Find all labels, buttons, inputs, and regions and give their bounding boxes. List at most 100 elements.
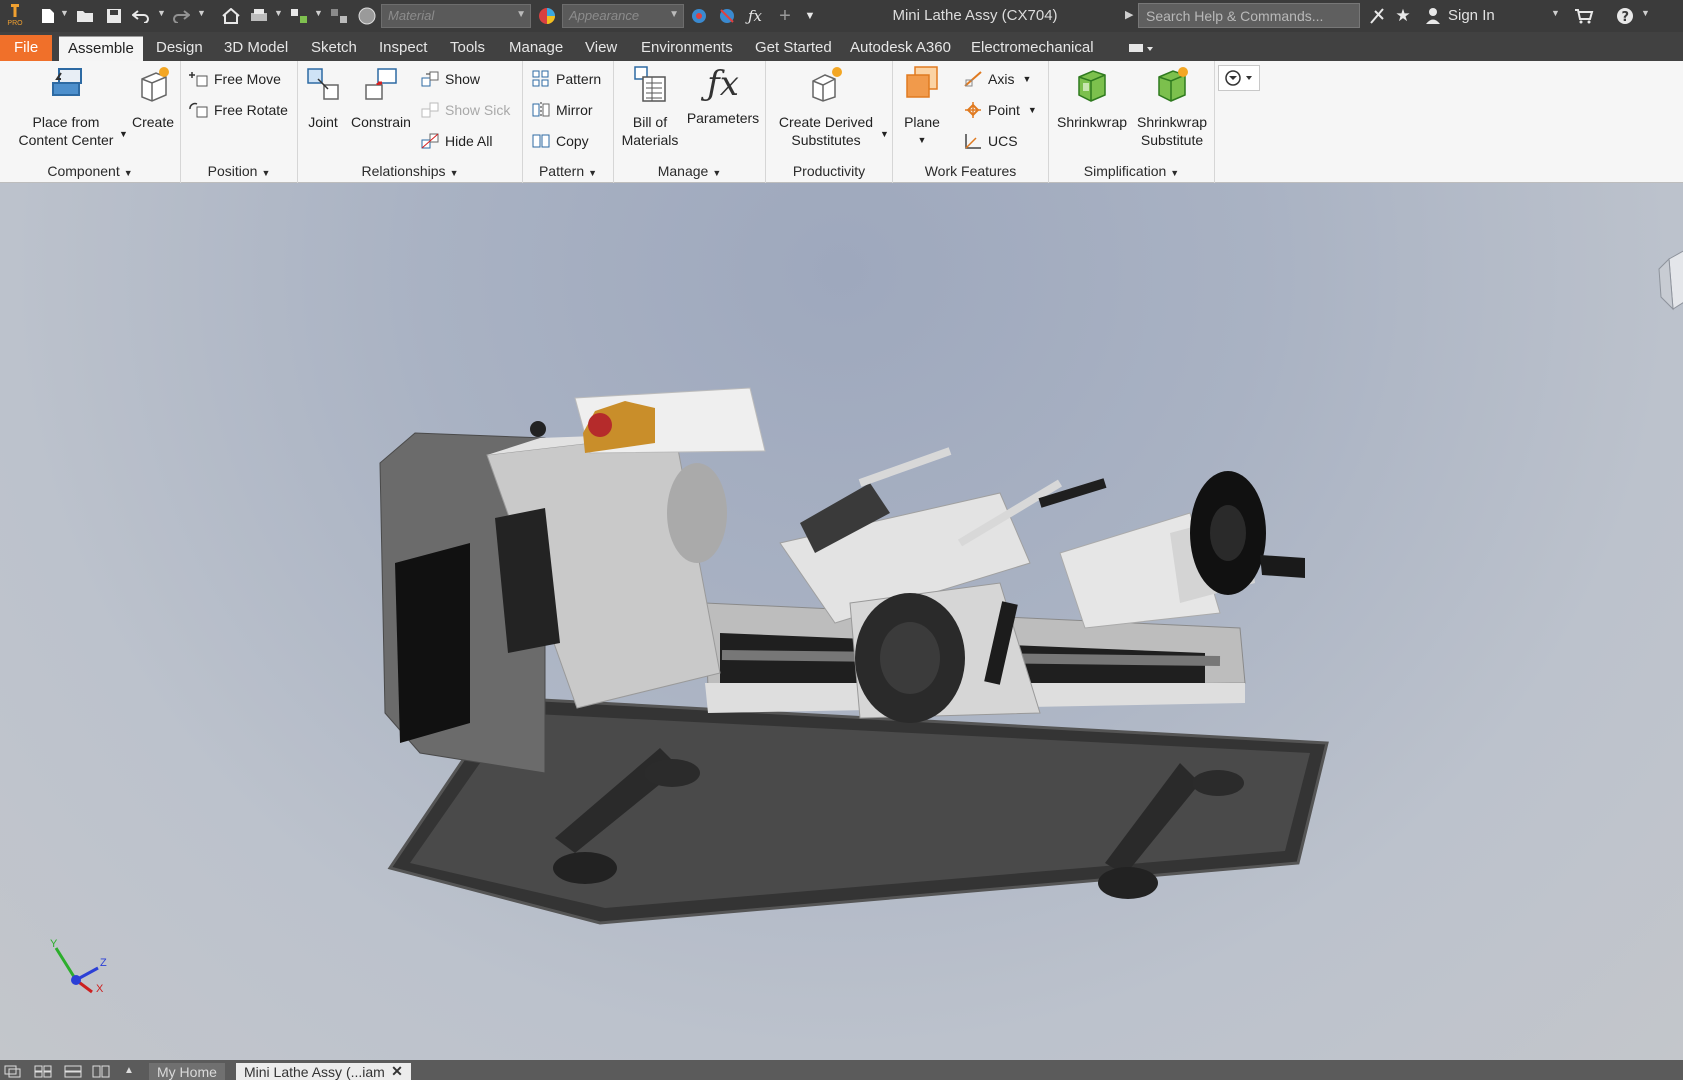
create-derived-substitutes-button[interactable]: Create Derived Substitutes xyxy=(771,65,881,149)
tab-mini-lathe-assy[interactable]: Mini Lathe Assy (...iam ✕ xyxy=(236,1063,411,1080)
axis-button[interactable]: Axis ▼ xyxy=(963,68,1031,90)
tab-sketch[interactable]: Sketch xyxy=(311,36,357,61)
new-file-icon[interactable] xyxy=(38,5,58,27)
new-dropdown-caret[interactable]: ▼ xyxy=(60,8,69,18)
ribbon-panels-icon xyxy=(1225,70,1252,86)
tab-file[interactable]: File xyxy=(0,35,53,61)
favorites-star-icon[interactable]: ★ xyxy=(1392,5,1414,27)
lathe-model[interactable] xyxy=(0,183,1683,1060)
pattern-button[interactable]: Pattern xyxy=(531,68,601,90)
close-tab-icon[interactable]: ✕ xyxy=(391,1063,403,1080)
material-sphere-icon[interactable] xyxy=(356,5,378,27)
help-dropdown-caret[interactable]: ▼ xyxy=(1641,8,1650,18)
content-center-icon xyxy=(52,68,82,96)
undo-dropdown-caret[interactable]: ▼ xyxy=(157,8,166,18)
material-dropdown[interactable]: Material ▼ xyxy=(381,4,531,28)
plane-dropdown-caret[interactable]: ▼ xyxy=(901,131,943,149)
tab-autodesk-a360[interactable]: Autodesk A360 xyxy=(850,36,951,61)
bill-of-materials-label-1: Bill of xyxy=(632,114,668,130)
panel-manage-title: Manage xyxy=(657,163,709,179)
copy-button[interactable]: Copy xyxy=(531,130,589,152)
free-rotate-button[interactable]: Free Rotate xyxy=(189,99,288,121)
tab-environments[interactable]: Environments xyxy=(641,36,733,61)
adjust-appearance-icon[interactable] xyxy=(688,5,710,27)
hide-all-button[interactable]: Hide All xyxy=(420,130,492,152)
print-dropdown-caret[interactable]: ▼ xyxy=(274,8,283,18)
viewcube[interactable] xyxy=(1657,249,1683,329)
panel-manage-label[interactable]: Manage ▼ xyxy=(614,163,765,179)
panel-component-label[interactable]: Component ▼ xyxy=(0,163,180,179)
appearance-sphere-icon[interactable] xyxy=(536,5,558,27)
parameters-fx-icon[interactable]: ƒx xyxy=(744,5,766,27)
show-button[interactable]: Show xyxy=(420,68,480,90)
save-icon[interactable] xyxy=(104,5,124,27)
tab-inspect[interactable]: Inspect xyxy=(379,36,427,61)
show-sick-button[interactable]: Show Sick xyxy=(420,99,510,121)
ribbon-panels-dropdown-button[interactable] xyxy=(1218,65,1260,91)
tab-manage[interactable]: Manage xyxy=(509,36,563,61)
panel-relationships-label[interactable]: Relationships ▼ xyxy=(298,163,522,179)
project-dropdown-caret[interactable]: ▼ xyxy=(314,8,323,18)
panel-position-label[interactable]: Position ▼ xyxy=(181,163,297,179)
app-edition-label: PRO xyxy=(7,20,23,27)
expand-arrow-icon[interactable]: ▶ xyxy=(1125,8,1133,21)
panel-simplification-label[interactable]: Simplification ▼ xyxy=(1049,163,1214,179)
select-mode-icon[interactable] xyxy=(328,5,350,27)
tab-view[interactable]: View xyxy=(585,36,617,61)
redo-icon[interactable] xyxy=(170,5,192,27)
place-dropdown-caret[interactable]: ▼ xyxy=(119,129,128,139)
graphics-viewport[interactable]: Y Z X xyxy=(0,183,1683,1060)
shrinkwrap-substitute-button[interactable]: Shrinkwrap Substitute xyxy=(1133,65,1211,149)
shrinkwrap-button[interactable]: Shrinkwrap xyxy=(1053,65,1131,131)
tab-assemble[interactable]: Assemble xyxy=(59,36,143,61)
help-icon[interactable]: ? xyxy=(1614,5,1636,27)
point-button[interactable]: Point ▼ xyxy=(963,99,1037,121)
tile-vertical-icon[interactable] xyxy=(92,1065,110,1078)
free-move-button[interactable]: Free Move xyxy=(189,68,281,90)
shopping-cart-icon[interactable] xyxy=(1572,5,1596,27)
search-input[interactable]: Search Help & Commands... xyxy=(1138,3,1360,28)
constrain-button[interactable]: Constrain xyxy=(348,65,414,131)
user-icon[interactable] xyxy=(1422,5,1444,27)
customize-qat-icon[interactable]: ▼ xyxy=(802,5,818,27)
create-derived-dropdown-caret[interactable]: ▼ xyxy=(880,129,889,139)
print-icon[interactable] xyxy=(248,5,270,27)
mirror-button[interactable]: Mirror xyxy=(531,99,593,121)
sign-in-dropdown-caret[interactable]: ▼ xyxy=(1551,8,1560,18)
app-logo-icon[interactable]: PRO xyxy=(4,2,26,30)
tab-get-started[interactable]: Get Started xyxy=(755,36,832,61)
tab-my-home[interactable]: My Home xyxy=(149,1063,225,1080)
tile-horizontal-icon[interactable] xyxy=(64,1065,82,1078)
plane-button[interactable]: Plane ▼ xyxy=(901,65,943,149)
redo-dropdown-caret[interactable]: ▼ xyxy=(197,8,206,18)
hide-all-label: Hide All xyxy=(445,133,493,149)
panel-pattern-label[interactable]: Pattern ▼ xyxy=(523,163,613,179)
cascade-windows-icon[interactable] xyxy=(4,1065,22,1078)
ucs-button[interactable]: UCS xyxy=(963,130,1018,152)
sign-in-link[interactable]: Sign In xyxy=(1448,7,1495,24)
open-folder-icon[interactable] xyxy=(74,5,96,27)
joint-button[interactable]: Joint xyxy=(304,65,342,131)
tool-post-handle xyxy=(858,447,952,487)
create-component-button[interactable]: Create xyxy=(128,65,178,131)
communication-center-icon[interactable] xyxy=(1366,5,1388,27)
tab-3d-model[interactable]: 3D Model xyxy=(224,36,288,61)
tab-tools[interactable]: Tools xyxy=(450,36,485,61)
clear-appearance-icon[interactable] xyxy=(716,5,738,27)
project-icon[interactable] xyxy=(288,5,310,27)
tile-windows-icon[interactable] xyxy=(34,1065,52,1078)
constrain-icon xyxy=(365,68,397,100)
bill-of-materials-button[interactable]: Bill of Materials xyxy=(618,65,682,149)
undo-icon[interactable] xyxy=(130,5,152,27)
tab-electromechanical[interactable]: Electromechanical xyxy=(971,36,1094,61)
parameters-button[interactable]: ƒx Parameters xyxy=(684,65,762,127)
tabs-menu-icon[interactable]: ▲ xyxy=(124,1065,142,1078)
add-icon[interactable]: + xyxy=(774,5,796,27)
create-derived-substitutes-icon xyxy=(812,67,842,102)
home-icon[interactable] xyxy=(220,5,242,27)
ribbon-display-toggle-icon[interactable] xyxy=(1128,38,1154,63)
place-from-content-center-label-2: Content Center xyxy=(18,132,114,148)
appearance-dropdown[interactable]: Appearance ▼ xyxy=(562,4,684,28)
tab-design[interactable]: Design xyxy=(156,36,203,61)
place-from-content-center-button[interactable]: Place from Content Center xyxy=(10,65,122,149)
